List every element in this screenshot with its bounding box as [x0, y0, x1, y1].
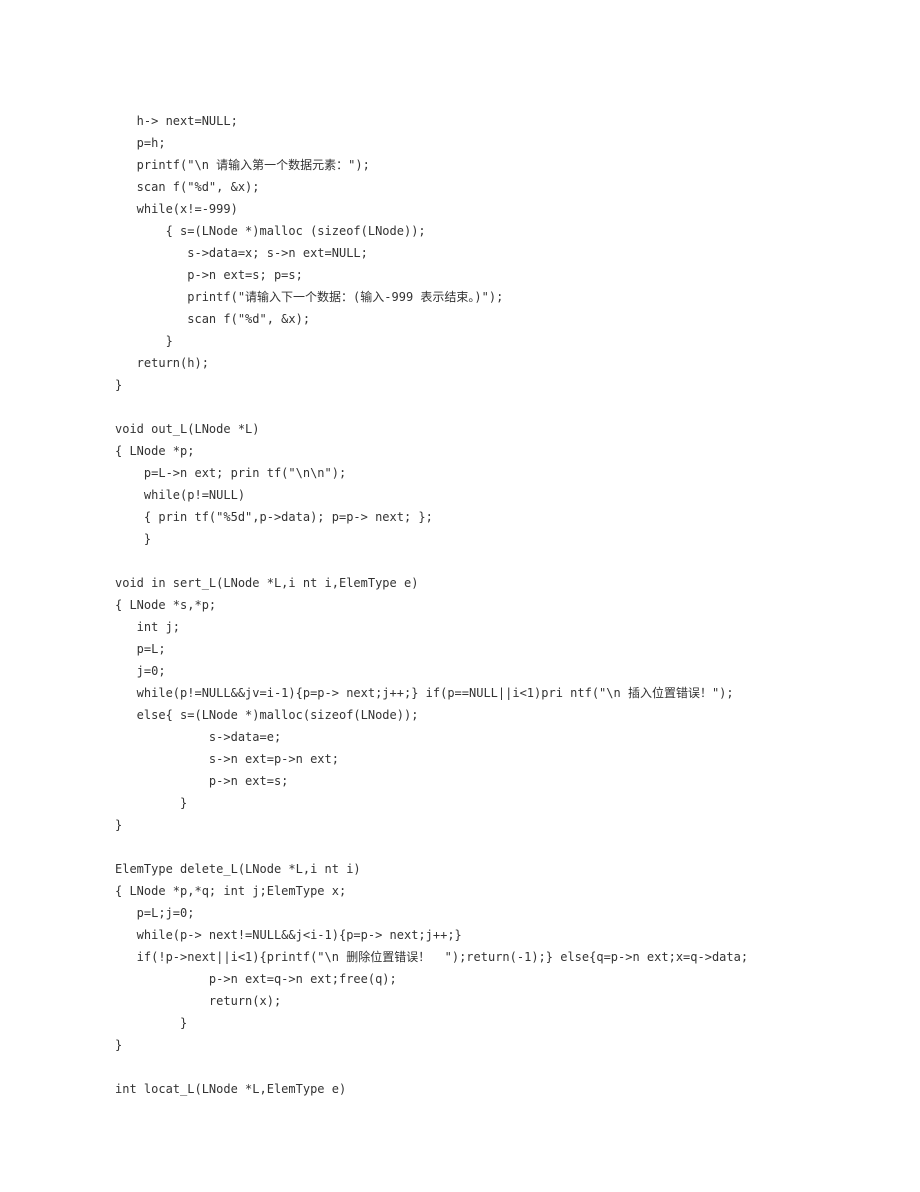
code-line: s->data=e; [115, 726, 805, 748]
code-line: ElemType delete_L(LNode *L,i nt i) [115, 858, 805, 880]
code-line: } [115, 1034, 805, 1056]
code-line: p=L;j=0; [115, 902, 805, 924]
code-line: p->n ext=q->n ext;free(q); [115, 968, 805, 990]
code-line: { LNode *p,*q; int j;ElemType x; [115, 880, 805, 902]
code-line: { LNode *s,*p; [115, 594, 805, 616]
code-line: } [115, 528, 805, 550]
code-line: int j; [115, 616, 805, 638]
code-line: p=h; [115, 132, 805, 154]
code-block: h-> next=NULL; p=h; printf("\n 请输入第一个数据元… [115, 110, 805, 1100]
code-line: else{ s=(LNode *)malloc(sizeof(LNode)); [115, 704, 805, 726]
code-line: } [115, 1012, 805, 1034]
code-line: p->n ext=s; p=s; [115, 264, 805, 286]
code-line [115, 396, 805, 418]
code-line: h-> next=NULL; [115, 110, 805, 132]
code-line: while(p!=NULL&&jv=i-1){p=p-> next;j++;} … [115, 682, 805, 704]
code-line: void in sert_L(LNode *L,i nt i,ElemType … [115, 572, 805, 594]
code-line: s->data=x; s->n ext=NULL; [115, 242, 805, 264]
code-line: } [115, 330, 805, 352]
code-line: scan f("%d", &x); [115, 176, 805, 198]
code-line: { s=(LNode *)malloc (sizeof(LNode)); [115, 220, 805, 242]
code-line: { prin tf("%5d",p->data); p=p-> next; }; [115, 506, 805, 528]
code-line: p=L; [115, 638, 805, 660]
code-line: while(x!=-999) [115, 198, 805, 220]
code-line: { LNode *p; [115, 440, 805, 462]
code-line: int locat_L(LNode *L,ElemType e) [115, 1078, 805, 1100]
code-line: void out_L(LNode *L) [115, 418, 805, 440]
code-line: while(p!=NULL) [115, 484, 805, 506]
code-line: } [115, 792, 805, 814]
code-line: s->n ext=p->n ext; [115, 748, 805, 770]
code-line [115, 836, 805, 858]
code-line: return(h); [115, 352, 805, 374]
code-line: } [115, 814, 805, 836]
document-page: h-> next=NULL; p=h; printf("\n 请输入第一个数据元… [0, 0, 920, 1192]
code-line [115, 1056, 805, 1078]
code-line: printf("\n 请输入第一个数据元素："); [115, 154, 805, 176]
code-line: p->n ext=s; [115, 770, 805, 792]
code-line: while(p-> next!=NULL&&j<i-1){p=p-> next;… [115, 924, 805, 946]
code-line: scan f("%d", &x); [115, 308, 805, 330]
code-line: j=0; [115, 660, 805, 682]
code-line: printf("请输入下一个数据：(输入-999 表示结束。)"); [115, 286, 805, 308]
code-line: p=L->n ext; prin tf("\n\n"); [115, 462, 805, 484]
code-line: if(!p->next||i<1){printf("\n 删除位置错误！ ");… [115, 946, 805, 968]
code-line: } [115, 374, 805, 396]
code-line: return(x); [115, 990, 805, 1012]
code-line [115, 550, 805, 572]
